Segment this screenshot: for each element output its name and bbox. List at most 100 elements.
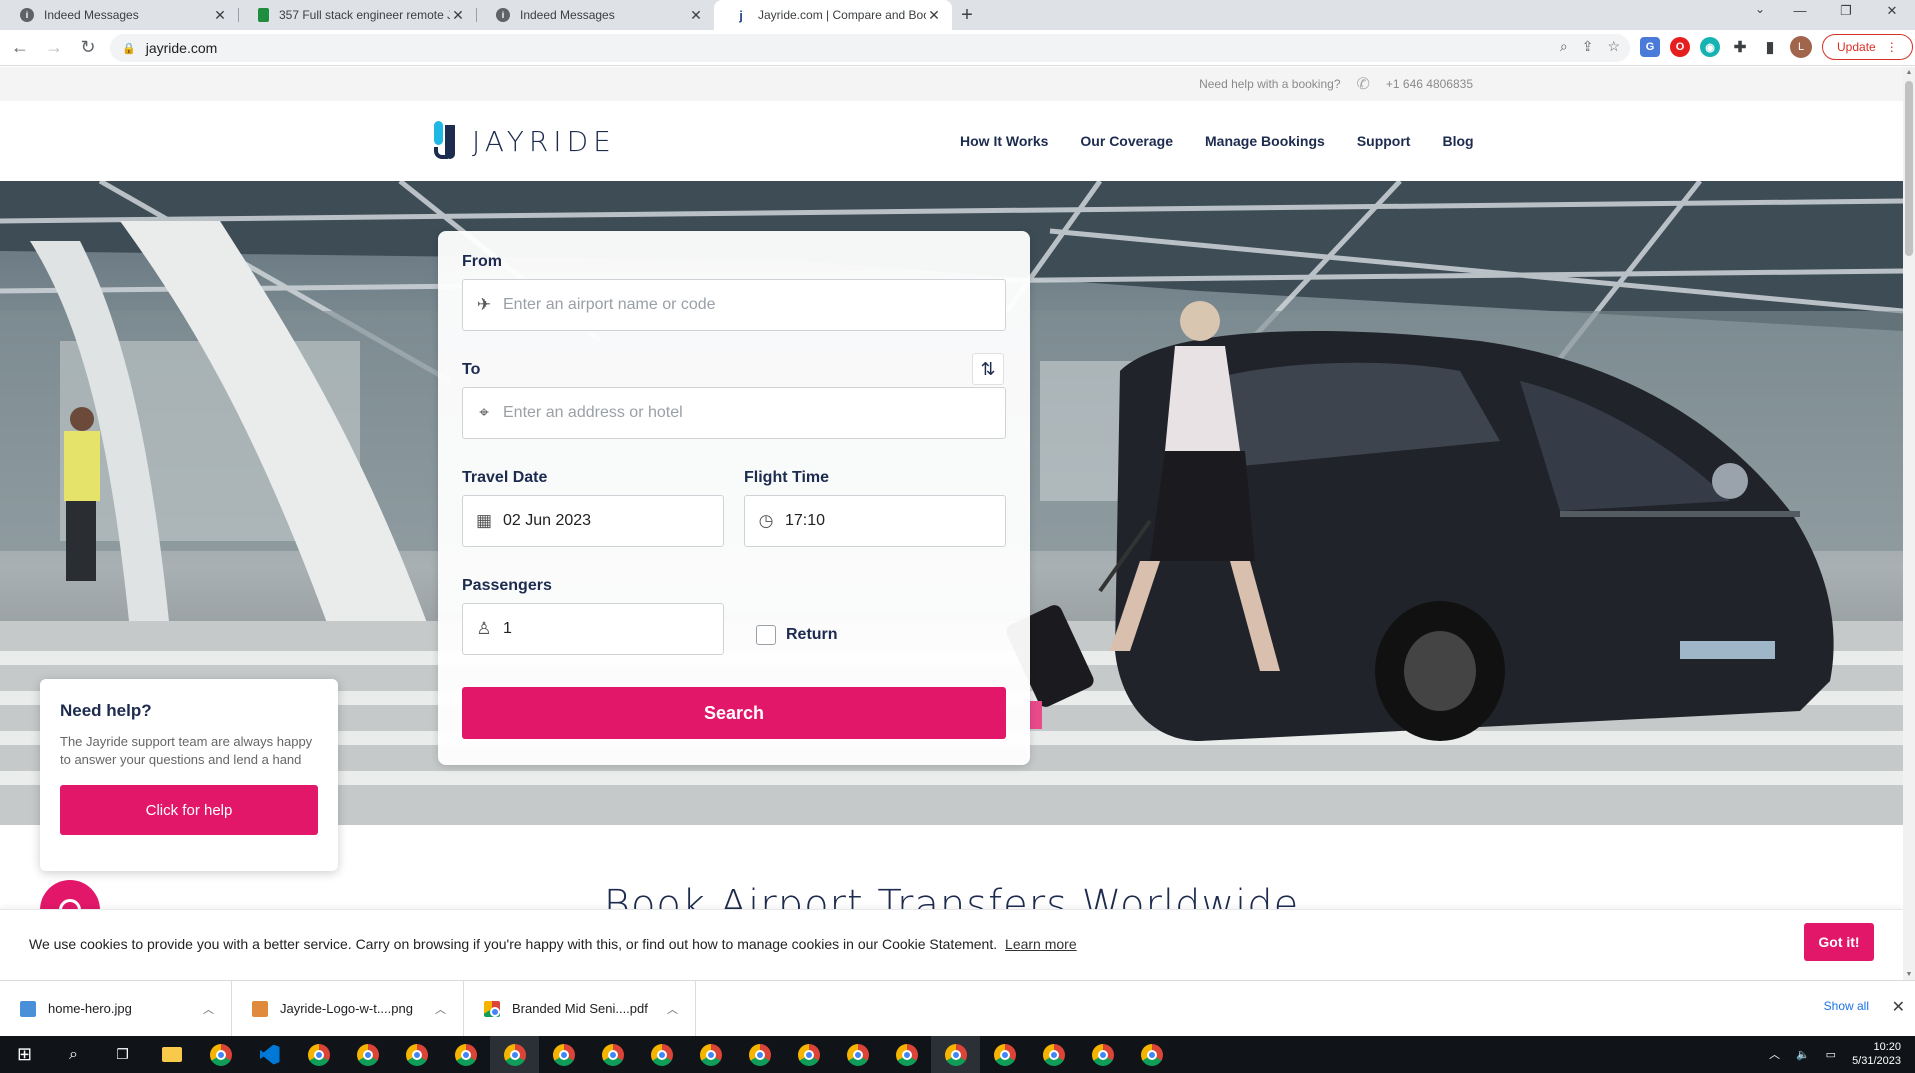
nav-manage-bookings[interactable]: Manage Bookings [1205, 133, 1325, 149]
chrome-taskbar-icon[interactable] [343, 1036, 392, 1073]
support-phone-number[interactable]: +1 646 4806835 [1386, 77, 1473, 91]
windows-start-icon[interactable]: ⊞ [0, 1036, 49, 1073]
task-view-icon[interactable]: ❐ [98, 1036, 147, 1073]
tab-title: Indeed Messages [520, 8, 615, 22]
clock-time: 10:20 [1873, 1041, 1901, 1053]
chrome-taskbar-icon[interactable] [735, 1036, 784, 1073]
translate-extension-icon[interactable]: G [1640, 37, 1660, 57]
chrome-taskbar-icon[interactable] [196, 1036, 245, 1073]
nav-blog[interactable]: Blog [1442, 133, 1473, 149]
scrollbar-thumb[interactable] [1905, 81, 1913, 256]
circle-extension-icon[interactable]: ◉ [1700, 37, 1720, 57]
taskbar-clock[interactable]: 10:20 5/31/2023 [1852, 1040, 1901, 1068]
return-checkbox[interactable] [756, 625, 776, 645]
chrome-taskbar-icon[interactable] [784, 1036, 833, 1073]
flight-time-input[interactable]: ◷ 17:10 [744, 495, 1006, 547]
chrome-taskbar-icon[interactable] [539, 1036, 588, 1073]
close-icon[interactable]: ✕ [926, 7, 942, 24]
chevron-up-icon[interactable]: ︿ [667, 1001, 695, 1017]
tab-indeed-messages-1[interactable]: i Indeed Messages ✕ [0, 0, 238, 30]
chrome-taskbar-icon[interactable] [1029, 1036, 1078, 1073]
swap-arrows-icon[interactable]: ⇅ [972, 353, 1004, 385]
scroll-down-icon[interactable]: ▼ [1905, 971, 1913, 978]
scroll-up-icon[interactable]: ▲ [1905, 69, 1913, 76]
got-it-button[interactable]: Got it! [1804, 923, 1874, 961]
learn-more-link[interactable]: Learn more [1005, 936, 1077, 952]
close-downloads-icon[interactable]: ✕ [1892, 997, 1905, 1017]
network-icon[interactable]: ▭ [1826, 1048, 1836, 1061]
click-for-help-button[interactable]: Click for help [60, 785, 318, 835]
minimize-icon[interactable]: — [1777, 0, 1823, 22]
window-controls: — ❐ ✕ [1777, 0, 1915, 22]
tab-search-chevron-icon[interactable]: ⌄ [1755, 2, 1765, 16]
chrome-taskbar-icon[interactable] [833, 1036, 882, 1073]
reload-icon[interactable]: ↻ [74, 34, 102, 62]
chrome-taskbar-icon[interactable] [882, 1036, 931, 1073]
back-arrow-icon[interactable]: ← [6, 34, 34, 62]
chrome-taskbar-icon[interactable] [588, 1036, 637, 1073]
download-name: home-hero.jpg [48, 1001, 132, 1016]
tab-indeed-messages-2[interactable]: i Indeed Messages ✕ [476, 0, 714, 30]
jayride-logo[interactable]: JAYRIDE [434, 119, 616, 163]
chevron-up-icon[interactable]: ︿ [1769, 1046, 1780, 1062]
forward-arrow-icon[interactable]: → [40, 34, 68, 62]
person-icon: ♙ [476, 619, 492, 638]
update-button[interactable]: Update ⋮ [1822, 34, 1913, 60]
from-input[interactable]: ✈ Enter an airport name or code [462, 279, 1006, 331]
page-scrollbar[interactable]: ▲ ▼ [1903, 67, 1915, 980]
close-icon[interactable]: ✕ [212, 7, 228, 24]
close-icon[interactable]: ✕ [450, 7, 466, 24]
zoom-search-icon[interactable]: ⌕ [1560, 38, 1568, 55]
chrome-taskbar-icon[interactable] [490, 1036, 539, 1073]
nav-support[interactable]: Support [1357, 133, 1411, 149]
new-tab-button[interactable]: + [952, 0, 982, 30]
window-close-icon[interactable]: ✕ [1869, 0, 1915, 22]
download-name: Branded Mid Seni....pdf [512, 1001, 648, 1016]
chrome-taskbar-icon[interactable] [294, 1036, 343, 1073]
profile-avatar[interactable]: L [1790, 36, 1812, 58]
speaker-icon[interactable]: 🔈 [1796, 1048, 1810, 1061]
address-bar[interactable]: 🔒 jayride.com ⌕ ⇪ ☆ [110, 34, 1630, 62]
travel-date-input[interactable]: ▦ 02 Jun 2023 [462, 495, 724, 547]
chrome-taskbar-icon[interactable] [441, 1036, 490, 1073]
nav-how-it-works[interactable]: How It Works [960, 133, 1048, 149]
chevron-up-icon[interactable]: ︿ [435, 1001, 463, 1017]
chrome-taskbar-icon[interactable] [392, 1036, 441, 1073]
side-panel-icon[interactable]: ▮ [1760, 37, 1780, 57]
passengers-value: 1 [503, 620, 512, 637]
system-tray: ︿ 🔈 ▭ 10:20 5/31/2023 [1769, 1040, 1901, 1068]
puzzle-extensions-icon[interactable]: ✚ [1730, 37, 1750, 57]
chrome-taskbar-icon[interactable] [931, 1036, 980, 1073]
chevron-up-icon[interactable]: ︿ [203, 1001, 231, 1017]
bookmark-star-icon[interactable]: ☆ [1607, 38, 1620, 55]
download-item-jayride-logo[interactable]: Jayride-Logo-w-t....png ︿ [232, 980, 464, 1037]
restore-icon[interactable]: ❐ [1823, 0, 1869, 22]
nav-our-coverage[interactable]: Our Coverage [1080, 133, 1173, 149]
chrome-taskbar-icon[interactable] [1127, 1036, 1176, 1073]
chrome-taskbar-icon[interactable] [637, 1036, 686, 1073]
download-item-branded-pdf[interactable]: Branded Mid Seni....pdf ︿ [464, 980, 696, 1037]
close-icon[interactable]: ✕ [688, 7, 704, 24]
search-icon[interactable]: ⌕ [49, 1036, 98, 1073]
chrome-taskbar-icon[interactable] [980, 1036, 1029, 1073]
chrome-taskbar-icon[interactable] [686, 1036, 735, 1073]
clock-date: 5/31/2023 [1852, 1055, 1901, 1067]
cookie-banner: We use cookies to provide you with a bet… [0, 909, 1903, 980]
chrome-taskbar-icon[interactable] [1078, 1036, 1127, 1073]
search-button[interactable]: Search [462, 687, 1006, 739]
tab-fullstack-jobs[interactable]: 357 Full stack engineer remote Jo ✕ [238, 0, 476, 30]
info-icon: i [496, 8, 510, 22]
file-explorer-icon[interactable] [147, 1036, 196, 1073]
return-toggle[interactable]: Return [756, 625, 838, 645]
opera-extension-icon[interactable]: O [1670, 37, 1690, 57]
vscode-icon[interactable] [245, 1036, 294, 1073]
map-pin-icon: ⌖ [479, 403, 489, 422]
share-icon[interactable]: ⇪ [1582, 38, 1594, 55]
download-item-home-hero[interactable]: home-hero.jpg ︿ [0, 980, 232, 1037]
passengers-input[interactable]: ♙ 1 [462, 603, 724, 655]
browser-toolbar: ← → ↻ 🔒 jayride.com ⌕ ⇪ ☆ G O ◉ ✚ ▮ L Up… [0, 30, 1915, 66]
show-all-downloads-link[interactable]: Show all [1824, 999, 1869, 1013]
help-text: The Jayride support team are always happ… [60, 734, 313, 767]
tab-jayride[interactable]: j Jayride.com | Compare and Book ✕ [714, 0, 952, 30]
to-input[interactable]: ⌖ Enter an address or hotel [462, 387, 1006, 439]
